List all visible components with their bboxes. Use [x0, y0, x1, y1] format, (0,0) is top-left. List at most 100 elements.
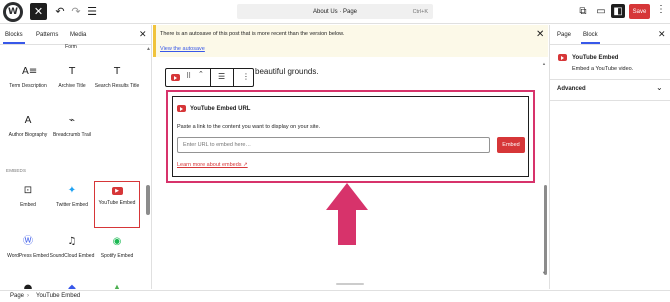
block-label: Spotify Embed [100, 253, 134, 259]
toolbar-divider [233, 69, 234, 86]
canvas-scrollbar[interactable] [544, 185, 547, 275]
block-label: Archive Title [58, 83, 86, 89]
redo-icon[interactable]: ↷ [69, 4, 83, 18]
save-button[interactable]: Save [629, 4, 650, 19]
close-icon[interactable]: ✕ [139, 29, 147, 40]
breadcrumb-youtube-embed[interactable]: YouTube Embed [36, 293, 80, 299]
tab-media[interactable]: Media [70, 32, 86, 38]
pointer-arrow-icon [326, 183, 368, 245]
settings-tabs: Page Block ✕ [550, 25, 670, 45]
block-label: Twitter Embed [56, 202, 88, 208]
site-logo-button[interactable]: W [3, 2, 23, 22]
breadcrumb-separator: › [27, 293, 29, 299]
block-label: Breadcrumb Trail [52, 132, 92, 138]
tab-page[interactable]: Page [557, 32, 571, 38]
scroll-up-arrow-icon[interactable]: ▲ [146, 46, 151, 52]
site-logo-letter: W [6, 5, 20, 19]
tab-block[interactable]: Block [581, 32, 600, 44]
youtube-icon: ▶ [111, 187, 123, 195]
command-shortcut: Ctrl+K [412, 8, 428, 15]
embed-url-input[interactable] [177, 137, 490, 153]
block-label: SoundCloud Embed [49, 253, 95, 259]
resize-handle[interactable] [336, 283, 364, 285]
youtube-icon [558, 54, 567, 61]
list-view-icon[interactable]: ☰ [85, 4, 99, 18]
divider [550, 79, 670, 80]
tab-patterns[interactable]: Patterns [36, 32, 58, 38]
paragraph-text[interactable]: beautiful grounds. [255, 67, 319, 76]
view-autosave-link[interactable]: View the autosave [160, 46, 205, 52]
close-icon[interactable]: ✕ [536, 29, 544, 40]
inserter-scrollbar[interactable] [146, 185, 150, 215]
block-item-author-biography[interactable]: A Author Biography [5, 115, 51, 161]
block-label: Search Results Title [94, 83, 140, 89]
block-item-twitter-embed[interactable]: ✦ Twitter Embed [49, 185, 95, 231]
block-item-search-results-title[interactable]: T Search Results Title [94, 66, 140, 112]
block-item-term-description[interactable]: A≡ Term Description [5, 66, 51, 112]
breadcrumb-page[interactable]: Page [10, 293, 24, 299]
more-embed-icon: ▲ [113, 283, 121, 289]
section-heading-embeds: EMBEDS [6, 168, 27, 173]
block-item-soundcloud-embed[interactable]: ♫ SoundCloud Embed [49, 236, 95, 282]
learn-more-link[interactable]: Learn more about embeds ↗ [177, 162, 248, 168]
block-item-partial[interactable]: ▲ [94, 283, 140, 289]
advanced-panel-toggle[interactable]: Advanced [557, 86, 586, 92]
scroll-up-arrow-icon[interactable]: ▲ [542, 61, 546, 66]
block-label: Author Biography [8, 132, 48, 138]
block-label: Form [65, 44, 77, 50]
block-inserter-panel: Blocks Patterns Media ✕ ▲ Form A≡ Term D… [0, 25, 152, 289]
youtube-embed-placeholder[interactable]: YouTube Embed URL Paste a link to the co… [172, 96, 529, 177]
scroll-down-arrow-icon[interactable]: ▼ [542, 270, 546, 275]
embed-title: YouTube Embed URL [190, 106, 251, 112]
editor-canvas: There is an autosave of this post that i… [153, 25, 548, 289]
block-item-embed[interactable]: ⊡ Embed [5, 185, 51, 231]
options-menu-icon[interactable]: ⋮ [656, 4, 666, 15]
block-item-wordpress-embed[interactable]: Ⓦ WordPress Embed [5, 236, 51, 282]
block-label: YouTube Embed [98, 200, 136, 206]
chevron-down-icon[interactable]: ⌄ [656, 83, 663, 92]
view-page-icon[interactable]: ⧉ [576, 4, 590, 18]
block-item-partial[interactable]: ● [5, 283, 51, 289]
soundcloud-icon: ♫ [67, 236, 77, 247]
twitter-icon: ✦ [67, 185, 77, 196]
youtube-icon[interactable] [171, 74, 180, 81]
more-embed-icon: ◆ [68, 283, 76, 289]
close-inserter-button[interactable]: ✕ [30, 3, 47, 20]
undo-icon[interactable]: ↶ [53, 4, 67, 18]
drag-handle-icon[interactable]: ⠿ [186, 72, 191, 80]
more-options-icon[interactable]: ⋮ [242, 72, 250, 81]
block-label: Embed [20, 202, 36, 208]
author-icon: A [24, 115, 32, 126]
block-toolbar: ⠿ ⌃ ☰ ⋮ [165, 68, 254, 87]
embed-button[interactable]: Embed [497, 137, 525, 153]
block-item-partial[interactable]: ◆ [49, 283, 95, 289]
title-icon: T [113, 66, 121, 77]
wordpress-icon: Ⓦ [23, 236, 33, 247]
term-description-icon: A≡ [22, 66, 38, 77]
block-item-youtube-embed[interactable]: ▶ YouTube Embed [94, 181, 140, 228]
title-icon: T [68, 66, 76, 77]
youtube-embed-highlight: YouTube Embed URL Paste a link to the co… [166, 90, 535, 183]
settings-toggle-icon[interactable]: ◧ [611, 4, 625, 18]
toolbar-divider [210, 69, 211, 86]
youtube-icon [177, 105, 186, 112]
close-icon[interactable]: ✕ [658, 29, 666, 40]
inserter-tabs: Blocks Patterns Media ✕ [0, 25, 151, 45]
spotify-icon: ◉ [112, 236, 122, 247]
align-icon[interactable]: ☰ [218, 72, 225, 81]
preview-icon[interactable]: ▭ [594, 4, 608, 18]
move-up-down-icon[interactable]: ⌃ [198, 70, 204, 78]
document-title-bar[interactable]: About Us · Page Ctrl+K [237, 4, 433, 19]
block-item-breadcrumb-trail[interactable]: ⌁ Breadcrumb Trail [49, 115, 95, 161]
notice-message: There is an autosave of this post that i… [160, 31, 345, 37]
block-item-form[interactable]: Form [48, 44, 94, 56]
block-item-spotify-embed[interactable]: ◉ Spotify Embed [94, 236, 140, 282]
tab-blocks[interactable]: Blocks [3, 32, 25, 44]
document-title: About Us · Page [312, 8, 358, 15]
autosave-notice: There is an autosave of this post that i… [153, 25, 548, 57]
breadcrumb-icon: ⌁ [68, 115, 76, 126]
settings-sidebar: Page Block ✕ YouTube Embed Embed a YouTu… [549, 25, 670, 289]
block-card-description: Embed a YouTube video. [572, 66, 634, 72]
divider [550, 100, 670, 101]
block-item-archive-title[interactable]: T Archive Title [49, 66, 95, 112]
